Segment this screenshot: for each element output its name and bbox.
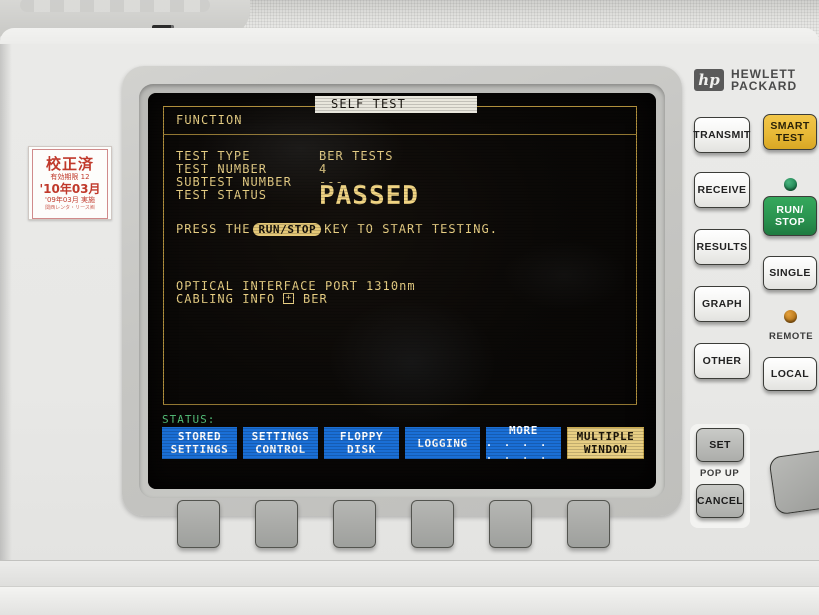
softkey-button-1[interactable] xyxy=(177,500,220,548)
field-label-test-number: TEST NUMBER xyxy=(176,162,268,176)
run-stop-line2: STOP xyxy=(775,216,805,228)
softkey-stored-settings-line2: SETTINGS xyxy=(170,443,229,456)
softkey-multiple-window[interactable]: MULTIPLE WINDOW xyxy=(567,427,644,459)
cabling-info-label: CABLING INFO xyxy=(176,292,276,306)
hp-wordmark-line2: PACKARD xyxy=(731,79,798,93)
run-indicator-led xyxy=(784,178,797,191)
cancel-button[interactable]: CANCEL xyxy=(696,484,744,518)
chassis-bottom-lip xyxy=(0,560,819,587)
field-value-test-type: BER TESTS xyxy=(319,149,394,163)
hp-logo-letters: hp xyxy=(698,70,720,89)
smart-test-line2: TEST xyxy=(775,132,805,144)
function-label: FUNCTION xyxy=(176,113,243,127)
softkey-multiple-window-line2: WINDOW xyxy=(583,443,628,456)
softkey-button-5[interactable] xyxy=(489,500,532,548)
field-label-test-type: TEST TYPE xyxy=(176,149,251,163)
softkey-logging-line1: LOGGING xyxy=(417,436,468,450)
softkey-floppy-disk-line1: FLOPPY xyxy=(339,430,384,443)
field-label-test-status: TEST STATUS xyxy=(176,188,268,202)
field-label-subtest-number: SUBTEST NUMBER xyxy=(176,175,292,189)
transmit-button[interactable]: TRANSMIT xyxy=(693,117,750,153)
run-stop-line1: RUN/ xyxy=(776,204,804,216)
calibration-title: 校正済 xyxy=(45,154,94,173)
screen-content: FUNCTION SELF TEST TEST TYPE TEST NUMBER… xyxy=(148,93,656,489)
softkey-floppy-disk-line2: DISK xyxy=(347,443,376,456)
softkey-stored-settings[interactable]: STORED SETTINGS xyxy=(162,427,237,459)
popup-label: POP UP xyxy=(700,468,740,479)
remote-indicator-led xyxy=(784,310,797,323)
receive-button[interactable]: RECEIVE xyxy=(694,172,750,208)
calibration-performed-date: '09年03月 実施 xyxy=(45,195,95,204)
single-button[interactable]: SINGLE xyxy=(763,256,817,290)
instruction-suffix: KEY TO START TESTING. xyxy=(324,222,499,236)
softkey-settings-control-line1: SETTINGS xyxy=(251,430,310,443)
softkey-multiple-window-line1: MULTIPLE xyxy=(576,430,635,443)
softkey-floppy-disk[interactable]: FLOPPY DISK xyxy=(324,427,399,459)
local-button[interactable]: LOCAL xyxy=(763,357,817,391)
optical-interface-port-label: OPTICAL INTERFACE PORT xyxy=(176,279,359,293)
softkey-settings-control[interactable]: SETTINGS CONTROL xyxy=(243,427,318,459)
expand-plus-icon[interactable]: + xyxy=(283,293,294,304)
softkey-button-4[interactable] xyxy=(411,500,454,548)
graph-button[interactable]: GRAPH xyxy=(694,286,750,322)
softkey-settings-control-line2: CONTROL xyxy=(255,443,306,456)
instruction-key-highlight: RUN/STOP xyxy=(253,222,322,236)
smart-test-button[interactable]: SMART TEST xyxy=(763,114,817,150)
results-button[interactable]: RESULTS xyxy=(694,229,750,265)
calibration-company: 関西レンタ・リース㈱ xyxy=(45,204,95,211)
softkey-button-3[interactable] xyxy=(333,500,376,548)
softkey-more[interactable]: MORE . . . . . . . . xyxy=(486,423,561,462)
remote-label: REMOTE xyxy=(769,331,814,342)
panel-left-shadow xyxy=(0,44,12,564)
calibration-validity: 有効期限 12 xyxy=(50,172,90,181)
cabling-info-value: BER xyxy=(303,292,328,306)
function-value-field[interactable]: SELF TEST xyxy=(315,96,477,113)
softkey-logging[interactable]: LOGGING xyxy=(405,427,480,459)
other-button[interactable]: OTHER xyxy=(694,343,750,379)
status-label: STATUS: xyxy=(162,413,216,426)
instrument-front-panel: 校正済 有効期限 12 '10年03月 '09年03月 実施 関西レンタ・リース… xyxy=(0,0,819,615)
field-value-test-status: PASSED xyxy=(319,181,419,211)
instruction-line: PRESS THE RUN/STOP KEY TO START TESTING. xyxy=(176,222,498,236)
instruction-prefix: PRESS THE xyxy=(176,222,251,236)
softkey-button-2[interactable] xyxy=(255,500,298,548)
hp-logo-badge: hp xyxy=(694,69,724,91)
calibration-expiry-date: '10年03月 xyxy=(39,181,101,196)
hp-logo: hp HEWLETT PACKARD xyxy=(694,68,797,92)
optical-interface-port-value: 1310nm xyxy=(366,279,416,293)
smart-test-line1: SMART xyxy=(770,120,810,132)
softkey-stored-settings-line1: STORED xyxy=(177,430,222,443)
onscreen-softkey-bar: STORED SETTINGS SETTINGS CONTROL FLOPPY … xyxy=(162,423,644,462)
set-button[interactable]: SET xyxy=(696,428,744,462)
softkey-more-dots: . . . . . . . . xyxy=(486,437,550,462)
softkey-more-line1: MORE xyxy=(509,423,538,437)
calibration-sticker: 校正済 有効期限 12 '10年03月 '09年03月 実施 関西レンタ・リース… xyxy=(28,146,112,220)
calibration-sticker-inner: 校正済 有効期限 12 '10年03月 '09年03月 実施 関西レンタ・リース… xyxy=(32,149,108,219)
field-value-test-number: 4 xyxy=(319,162,328,176)
crt-display: FUNCTION SELF TEST TEST TYPE TEST NUMBER… xyxy=(148,93,656,489)
chassis-base xyxy=(0,586,819,615)
hp-wordmark: HEWLETT PACKARD xyxy=(731,68,797,92)
softkey-button-6[interactable] xyxy=(567,500,610,548)
cursor-control-pad[interactable] xyxy=(768,446,819,516)
run-stop-button[interactable]: RUN/ STOP xyxy=(763,196,817,236)
